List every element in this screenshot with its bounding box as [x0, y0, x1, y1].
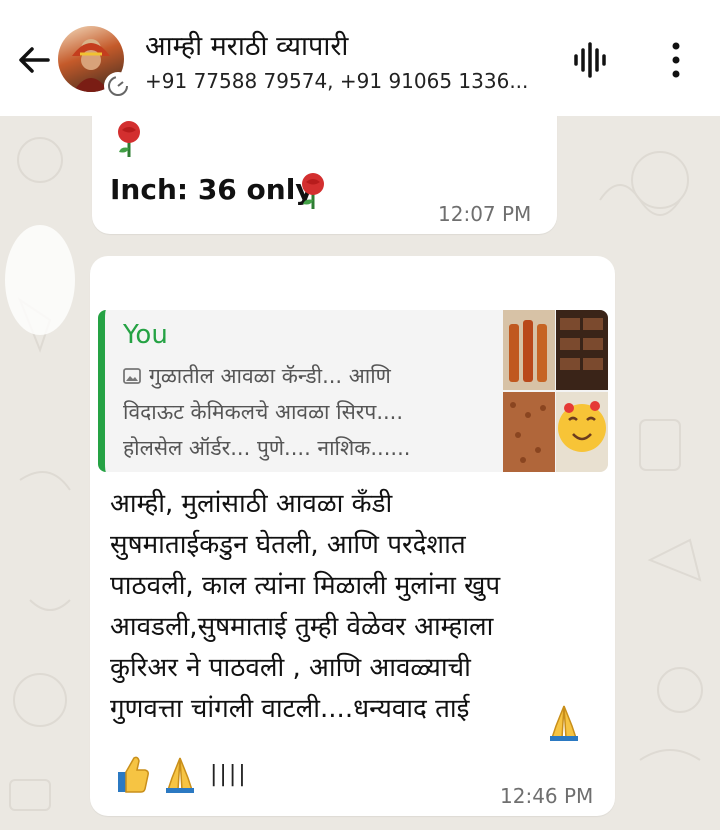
- message-line: गुणवत्ता चांगली वाटली....धन्यवाद ताई: [110, 694, 470, 724]
- thumbs-up-emoji: [118, 756, 149, 793]
- rose-emoji: [118, 121, 140, 157]
- message-line: आवडली,सुषमाताई तुम्ही वेळेवर आम्हाला: [110, 612, 494, 642]
- back-arrow-icon[interactable]: [12, 38, 56, 82]
- message-line: सुषमाताईकडुन घेतली, आणि परदेशात: [110, 530, 466, 560]
- disappearing-timer-icon: [104, 72, 132, 100]
- voice-waveform-icon[interactable]: [571, 40, 611, 80]
- quote-thumbnail: [503, 310, 608, 472]
- image-icon: [123, 368, 141, 384]
- chat-header: आम्ही मराठी व्यापारी +91 77588 79574, +9…: [0, 0, 720, 116]
- rose-emoji: [302, 173, 324, 209]
- message-tail-text: ||||: [210, 762, 248, 787]
- message-line: आम्ही, मुलांसाठी आवळा कँडी: [110, 489, 393, 519]
- message-text: आम्ही, मुलांसाठी आवळा कँडी सुषमाताईकडुन …: [110, 484, 590, 730]
- chat-participants[interactable]: +91 77588 79574, +91 91065 1336...: [145, 69, 528, 93]
- message-time: 12:46 PM: [500, 784, 594, 808]
- quote-line: गुळातील आवळा कॅन्डी... आणि: [123, 362, 391, 390]
- more-vert-icon[interactable]: [664, 40, 688, 80]
- quote-line: होलसेल ऑर्डर... पुणे.... नाशिक......: [123, 436, 411, 460]
- folded-hands-emoji: [166, 757, 194, 793]
- chat-title[interactable]: आम्ही मराठी व्यापारी: [145, 26, 348, 63]
- message-time: 12:07 PM: [438, 202, 532, 226]
- quote-author: You: [123, 320, 168, 350]
- message-line: कुरिअर ने पाठवली , आणि आवळ्याची: [110, 653, 471, 683]
- quote-line: विदाऊट केमिकलचे आवळा सिरप....: [123, 400, 404, 424]
- message-line: पाठवली, काल त्यांना मिळाली मुलांना खुप: [110, 571, 501, 601]
- folded-hands-emoji: [550, 705, 578, 741]
- message-text: Inch: 36 only: [110, 173, 314, 206]
- quoted-message[interactable]: You गुळातील आवळा कॅन्डी... आणि विदाऊट के…: [98, 310, 608, 472]
